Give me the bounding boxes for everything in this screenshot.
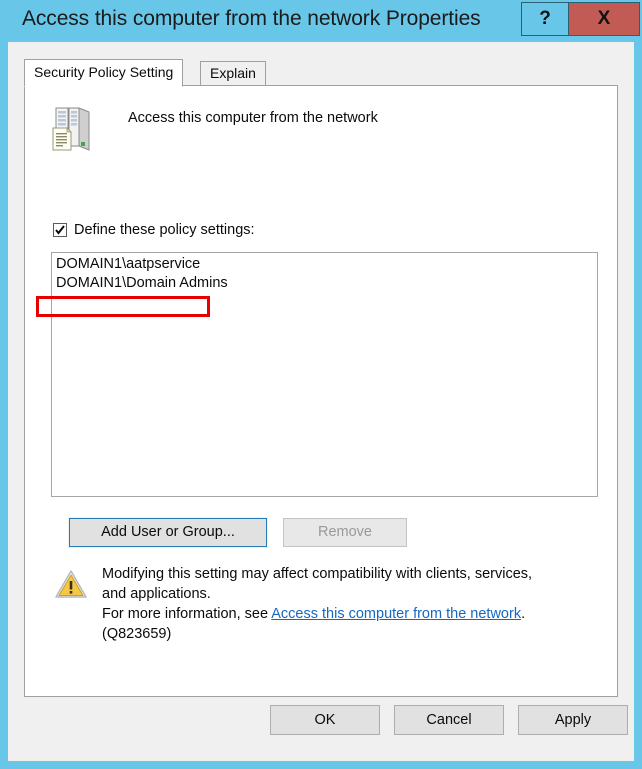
remove-button: Remove — [283, 518, 407, 547]
help-button[interactable]: ? — [521, 2, 569, 36]
tab-explain[interactable]: Explain — [200, 61, 266, 86]
warning-line-2: and applications. — [102, 586, 211, 602]
close-button[interactable]: X — [569, 2, 640, 36]
add-user-or-group-button[interactable]: Add User or Group... — [68, 517, 268, 548]
warning-line-3-suffix: . — [521, 606, 526, 622]
ok-button[interactable]: OK — [270, 705, 380, 735]
dialog-client-area: Security Policy Setting Explain Access t… — [8, 42, 634, 761]
list-item[interactable]: DOMAIN1\aatpservice — [52, 255, 597, 274]
warning-text: Modifying this setting may affect compat… — [102, 564, 602, 644]
policy-server-icon — [49, 102, 97, 154]
cancel-button[interactable]: Cancel — [394, 705, 504, 735]
tab-panel-security-policy-setting: Access this computer from the network De… — [24, 85, 618, 697]
tab-security-policy-setting[interactable]: Security Policy Setting — [24, 59, 184, 87]
policy-name-label: Access this computer from the network — [128, 110, 378, 126]
define-policy-settings-row[interactable]: Define these policy settings: — [53, 220, 255, 240]
define-policy-settings-checkbox[interactable] — [53, 223, 67, 237]
apply-button[interactable]: Apply — [518, 705, 628, 735]
more-information-link[interactable]: Access this computer from the network — [271, 606, 521, 622]
users-and-groups-listbox[interactable]: DOMAIN1\aatpservice DOMAIN1\Domain Admin… — [51, 252, 598, 497]
properties-dialog-window: Access this computer from the network Pr… — [0, 0, 642, 769]
window-title: Access this computer from the network Pr… — [22, 7, 481, 30]
title-bar[interactable]: Access this computer from the network Pr… — [0, 0, 642, 42]
warning-triangle-icon — [54, 568, 88, 600]
define-policy-settings-label: Define these policy settings: — [74, 222, 255, 238]
warning-line-1: Modifying this setting may affect compat… — [102, 566, 533, 582]
warning-kb-number: (Q823659) — [102, 626, 172, 642]
list-item[interactable]: DOMAIN1\Domain Admins — [52, 274, 597, 293]
warning-line-3-prefix: For more information, see — [102, 606, 272, 622]
policy-header: Access this computer from the network — [31, 100, 591, 160]
